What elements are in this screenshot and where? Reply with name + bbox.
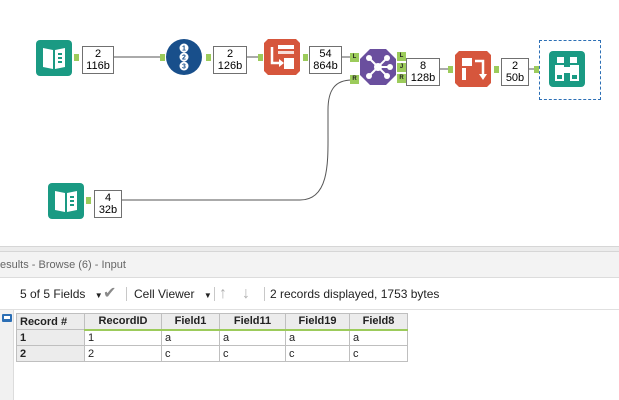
output-anchor[interactable] [494,66,499,73]
input-data-tool-2[interactable] [48,183,84,219]
workflow-canvas[interactable]: 2 116b 1 2 3 2 126b 54 864b L R L J R 8 … [0,0,619,246]
table-cell[interactable]: 2 [84,345,162,362]
svg-text:2: 2 [182,55,186,62]
arrow-down-icon[interactable]: ↓ [242,278,250,310]
output-anchor[interactable] [303,54,308,61]
crosstab-tool[interactable] [455,51,491,87]
book-icon [36,40,72,76]
connection-wires [82,56,538,201]
record-count-badge: 4 32b [94,190,122,218]
results-window-title: esults - Browse (6) - Input [0,252,619,278]
row-number: 2 [16,345,85,362]
row-number: 1 [16,329,85,346]
table-cell[interactable]: a [219,329,286,346]
table-cell[interactable]: c [285,345,350,362]
input-data-tool-1[interactable] [36,40,72,76]
record-count-badge: 2 50b [501,58,529,86]
arrow-up-icon[interactable]: ↑ [219,278,227,310]
column-header[interactable]: Field1 [161,313,220,331]
input-anchor[interactable] [258,54,263,61]
join-right-output-anchor[interactable]: R [397,74,406,83]
binoculars-icon [549,51,585,87]
browse-tool[interactable] [549,51,585,87]
column-header[interactable]: Field8 [349,313,408,331]
record-count-badge: 8 128b [406,58,440,86]
column-header[interactable]: Field11 [219,313,286,331]
input-anchor[interactable] [448,66,453,73]
join-join-output-anchor[interactable]: J [397,63,406,72]
record-count-badge: 54 864b [309,46,342,74]
chevron-down-icon: ▼ [203,291,212,300]
table-cell[interactable]: 1 [84,329,162,346]
table-header-row: Record # RecordID Field1 Field11 Field19… [16,313,408,331]
cell-viewer-selector[interactable]: Cell Viewer ▼ [134,278,212,310]
record-count-badge: 2 116b [82,46,114,74]
table-cell[interactable]: c [161,345,220,362]
table-row[interactable]: 1 1 a a a a [16,329,408,346]
column-header[interactable]: Field19 [285,313,350,331]
table-cell[interactable]: c [349,345,408,362]
fields-selector[interactable]: 5 of 5 Fields ▼ [20,278,103,310]
output-anchor[interactable] [86,197,91,204]
transpose-icon [264,39,300,75]
record-id-tool[interactable]: 1 2 3 [166,39,202,75]
results-title-text: esults - Browse (6) - Input [0,259,126,271]
column-header[interactable]: RecordID [84,313,162,331]
checkmark-icon[interactable]: ✔ [103,278,116,310]
table-cell[interactable]: a [285,329,350,346]
table-cell[interactable]: c [219,345,286,362]
join-tool[interactable] [360,49,396,85]
table-cell[interactable]: a [161,329,220,346]
input-anchor[interactable] [160,54,165,61]
svg-text:1: 1 [182,46,186,53]
output-anchor[interactable] [206,54,211,61]
table-cell[interactable]: a [349,329,408,346]
transpose-tool[interactable] [264,39,300,75]
results-toolbar: 5 of 5 Fields ▼ ✔ Cell Viewer ▼ ↑ ↓ 2 re… [0,278,619,310]
output-anchor[interactable] [74,54,79,61]
join-right-input-anchor[interactable]: R [350,75,359,84]
record-count-badge: 2 126b [213,46,247,74]
book-icon [48,183,84,219]
join-left-output-anchor[interactable]: L [397,52,406,61]
results-table: Record # RecordID Field1 Field11 Field19… [16,313,408,362]
numbered-list-icon: 1 2 3 [166,39,202,75]
table-row[interactable]: 2 2 c c c c [16,345,408,362]
crosstab-icon [455,51,491,87]
network-icon [360,49,396,85]
column-header[interactable]: Record # [16,313,85,330]
svg-text:3: 3 [182,64,186,71]
chevron-down-icon: ▼ [94,291,103,300]
records-status: 2 records displayed, 1753 bytes [270,287,440,301]
join-left-input-anchor[interactable]: L [350,53,359,62]
